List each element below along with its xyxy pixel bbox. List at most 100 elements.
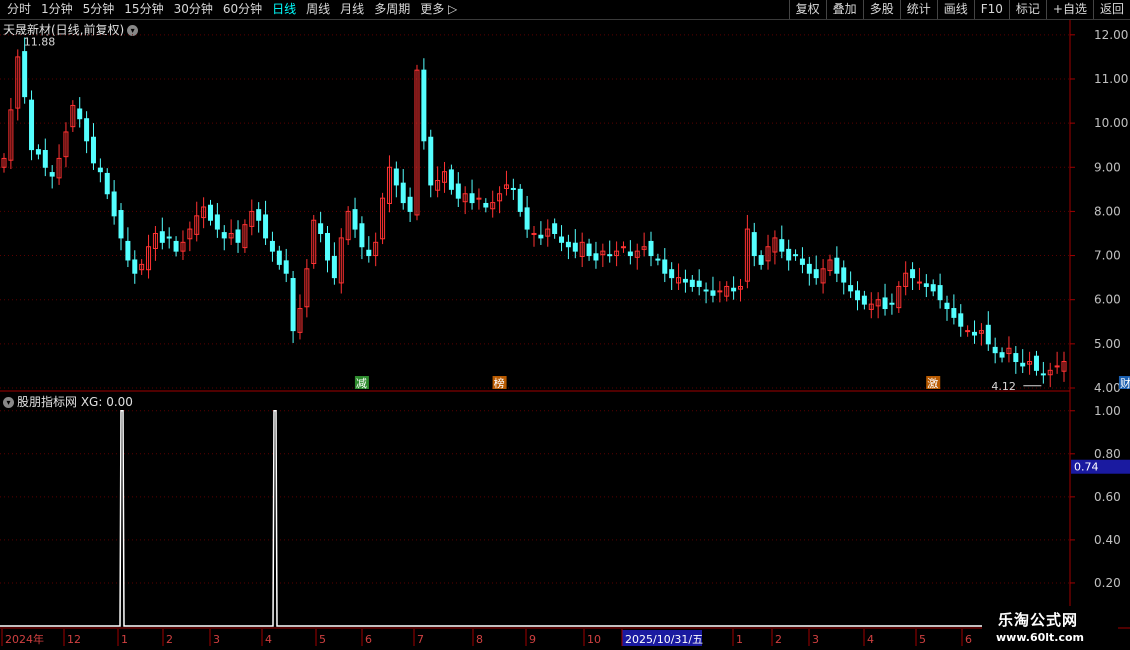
- candle-body: [620, 246, 626, 249]
- candle-body: [937, 285, 943, 301]
- candle-body: [517, 188, 523, 212]
- candle-body: [331, 255, 337, 279]
- candle-body: [393, 168, 399, 186]
- candle-body: [29, 99, 35, 151]
- candle-body: [448, 169, 454, 190]
- candle-body: [538, 234, 544, 239]
- candle-body: [531, 232, 537, 235]
- time-axis-label: 10: [587, 633, 601, 646]
- candle-body: [958, 313, 964, 327]
- candle-body: [97, 167, 103, 173]
- candle-body: [111, 191, 117, 217]
- y-tick-label: 11.00: [1094, 72, 1128, 86]
- candle-body: [166, 236, 172, 239]
- candle-body: [421, 69, 427, 142]
- candle-body: [593, 253, 599, 261]
- candle-body: [283, 260, 289, 274]
- candle-body: [834, 257, 840, 274]
- candle-body: [999, 352, 1005, 358]
- candle-body: [1013, 353, 1019, 363]
- time-axis-label: 3: [812, 633, 819, 646]
- time-axis-label: 9: [529, 633, 536, 646]
- candle-body: [476, 197, 482, 200]
- candle-body: [799, 258, 805, 265]
- high-price-label: 11.88: [24, 35, 56, 48]
- candle-body: [1054, 365, 1060, 368]
- candle-body: [710, 290, 716, 296]
- candle-body: [696, 280, 702, 287]
- candle-body: [793, 254, 799, 257]
- candle-body: [159, 231, 165, 243]
- candle-body: [889, 302, 895, 305]
- candle-body: [35, 149, 41, 155]
- candle-body: [965, 330, 971, 333]
- candle-body: [263, 214, 269, 239]
- candle-body: [923, 283, 929, 287]
- candle-body: [42, 149, 48, 168]
- candle-body: [366, 249, 372, 257]
- candle-body: [951, 308, 957, 318]
- candle-body: [235, 229, 241, 243]
- candle-body: [751, 232, 757, 257]
- time-axis-label: 6: [965, 633, 972, 646]
- candle-body: [469, 193, 475, 204]
- candle-body: [1020, 362, 1026, 367]
- candle-body: [428, 136, 434, 186]
- candle-body: [49, 172, 55, 177]
- candle-body: [731, 287, 737, 292]
- event-marker-label: 榜: [494, 376, 505, 390]
- candle-body: [84, 118, 90, 142]
- candle-body: [861, 295, 867, 305]
- candle-body: [318, 223, 324, 234]
- time-axis-label: 1: [736, 633, 743, 646]
- candle-body: [985, 324, 991, 345]
- candle-body: [77, 108, 83, 120]
- candle-body: [407, 196, 413, 212]
- candle-body: [627, 251, 633, 257]
- candle-body: [930, 284, 936, 292]
- candle-body: [655, 258, 661, 261]
- candle-body: [90, 136, 96, 164]
- candle-body: [682, 278, 688, 283]
- indicator-y-tick-label: 1.00: [1094, 404, 1121, 418]
- y-tick-label: 5.00: [1094, 337, 1121, 351]
- candle-body: [221, 232, 227, 239]
- price-chart[interactable]: 12.0011.0010.009.008.007.006.005.004.001…: [0, 0, 1130, 650]
- candle-body: [104, 172, 110, 195]
- time-axis-label: 3: [213, 633, 220, 646]
- y-tick-label: 8.00: [1094, 204, 1121, 218]
- candle-body: [669, 269, 675, 279]
- candle-body: [586, 243, 592, 257]
- event-marker-label: 财: [1120, 376, 1130, 390]
- candle-body: [483, 202, 489, 208]
- candle-body: [125, 240, 131, 261]
- candle-body: [559, 236, 565, 243]
- candle-body: [352, 209, 358, 230]
- candle-body: [256, 209, 262, 221]
- indicator-y-tick-label: 0.40: [1094, 533, 1121, 547]
- candle-body: [276, 250, 282, 265]
- y-tick-label: 6.00: [1094, 293, 1121, 307]
- indicator-y-tick-label: 0.60: [1094, 490, 1121, 504]
- candle-body: [813, 269, 819, 279]
- candle-body: [662, 259, 668, 274]
- candle-body: [703, 289, 709, 292]
- low-price-label: 4.12: [991, 380, 1016, 393]
- y-tick-label: 7.00: [1094, 249, 1121, 263]
- candle-body: [607, 254, 613, 257]
- event-marker-label: 减: [356, 377, 367, 390]
- candle-body: [22, 51, 28, 98]
- event-marker-label: 激: [927, 376, 938, 390]
- candle-body: [806, 263, 812, 274]
- xg-signal-line: [0, 410, 1070, 627]
- candle-body: [214, 214, 220, 230]
- candle-body: [972, 331, 978, 336]
- watermark: 乐淘公式网 www.60lt.com: [982, 606, 1118, 650]
- time-axis-label: 6: [365, 633, 372, 646]
- y-tick-label: 4.00: [1094, 381, 1121, 395]
- candle-body: [359, 223, 365, 248]
- candle-body: [916, 281, 922, 284]
- candle-body: [552, 223, 558, 234]
- candle-body: [290, 278, 296, 332]
- watermark-title: 乐淘公式网: [998, 611, 1079, 629]
